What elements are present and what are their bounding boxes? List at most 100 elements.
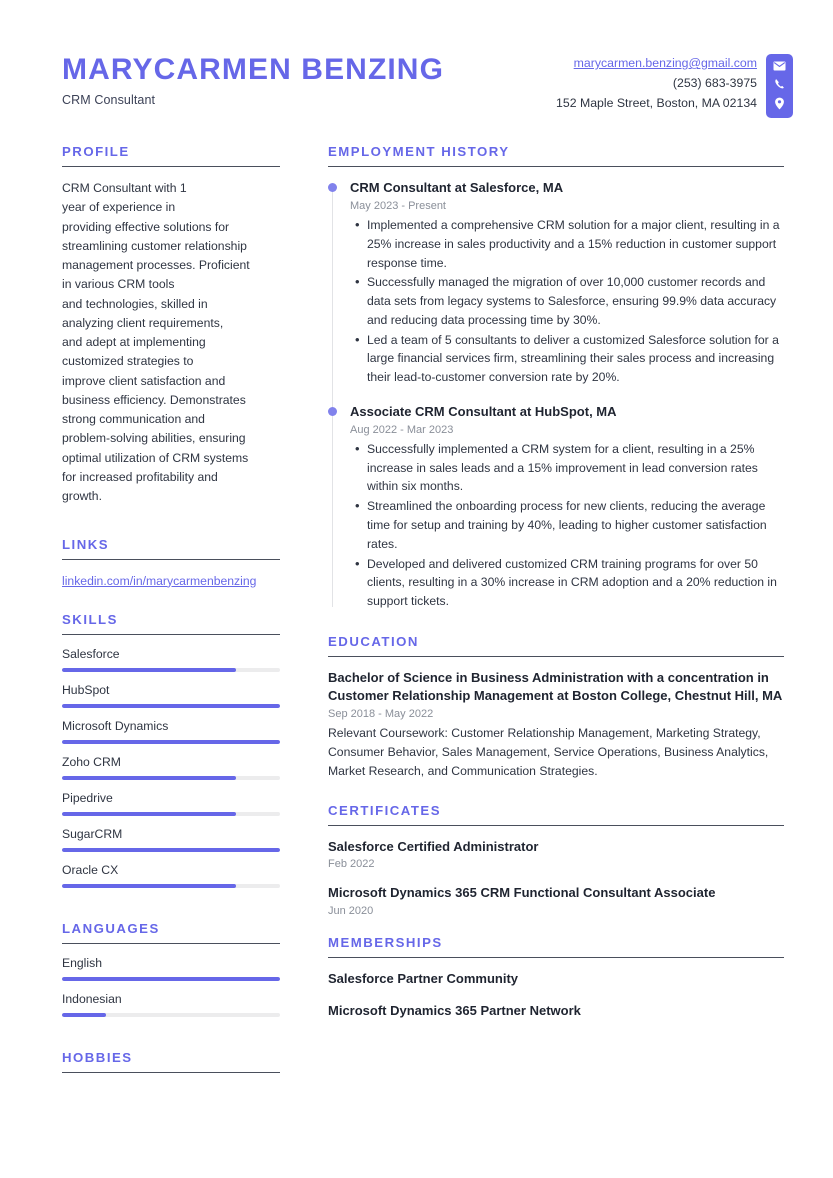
section-skills: Skills Salesforce HubSpot Microsoft Dyna…	[62, 612, 280, 888]
section-title-education: Education	[328, 633, 419, 649]
skill-item: Microsoft Dynamics	[62, 719, 280, 744]
timeline-dot-icon	[328, 183, 337, 192]
skill-label: Pipedrive	[62, 790, 113, 805]
language-label: English	[62, 955, 102, 970]
resume-header: MARYCARMEN BENZING CRM Consultant maryca…	[0, 0, 833, 118]
section-divider	[62, 1071, 280, 1073]
section-title-languages: Languages	[62, 920, 160, 936]
skill-label: Microsoft Dynamics	[62, 718, 169, 733]
language-bar-fill	[62, 976, 280, 981]
page-title: MARYCARMEN BENZING	[62, 53, 445, 86]
employment-title: Associate CRM Consultant at HubSpot, MA	[350, 403, 617, 419]
link-item-linkedin[interactable]: linkedin.com/in/marycarmenbenzing	[62, 572, 280, 590]
contact-address: 152 Maple Street, Boston, MA 02134	[556, 95, 757, 110]
section-profile: Profile CRM Consultant with 1 year of ex…	[62, 144, 280, 507]
education-title: Bachelor of Science in Business Administ…	[328, 669, 783, 703]
section-divider	[328, 166, 784, 167]
section-divider	[62, 633, 280, 635]
employment-bullets: Implemented a comprehensive CRM solution…	[350, 215, 784, 387]
contact-email-link[interactable]: marycarmen.benzing@gmail.com	[574, 56, 757, 70]
employment-date: May 2023 - Present	[350, 199, 446, 212]
education-entry: Bachelor of Science in Business Administ…	[328, 669, 784, 781]
certificate-title: Salesforce Certified Administrator	[328, 838, 539, 854]
skill-bar-fill	[62, 847, 280, 852]
contact-icon-tab	[766, 54, 793, 118]
skill-item: Salesforce	[62, 647, 280, 672]
membership-title: Salesforce Partner Community	[328, 971, 519, 987]
certificate-entry: Microsoft Dynamics 365 CRM Functional Co…	[328, 884, 784, 917]
certificate-entry: Salesforce Certified Administrator Feb 2…	[328, 838, 784, 871]
language-label: Indonesian	[62, 991, 122, 1006]
section-education: Education Bachelor of Science in Busines…	[328, 634, 784, 781]
contact-block: marycarmen.benzing@gmail.com (253) 683-3…	[556, 48, 793, 118]
section-title-skills: Skills	[62, 611, 118, 627]
skill-bar-track	[62, 811, 280, 816]
skill-item: Pipedrive	[62, 791, 280, 816]
section-divider	[328, 957, 784, 959]
skill-bar-track	[62, 847, 280, 852]
skill-item: SugarCRM	[62, 827, 280, 852]
skill-bar-fill	[62, 703, 280, 708]
section-title-memberships: Memberships	[328, 935, 443, 951]
certificate-date: Jun 2020	[328, 905, 374, 918]
employment-timeline: CRM Consultant at Salesforce, MA May 202…	[328, 179, 784, 611]
language-item: English	[62, 956, 280, 981]
bullet-item: Implemented a comprehensive CRM solution…	[355, 215, 784, 272]
section-languages: Languages English Indonesian	[62, 921, 280, 1017]
envelope-icon	[773, 61, 786, 71]
section-title-profile: Profile	[62, 144, 130, 159]
employment-title: CRM Consultant at Salesforce, MA	[350, 180, 564, 195]
bullet-item: Developed and delivered customized CRM t…	[355, 554, 784, 611]
employment-entry: Associate CRM Consultant at HubSpot, MA …	[328, 403, 784, 611]
bullet-item: Streamlined the onboarding process for n…	[355, 496, 784, 553]
skill-bar-fill	[62, 775, 237, 780]
section-title-hobbies: Hobbies	[62, 1049, 133, 1065]
phone-icon	[774, 78, 786, 90]
bullet-item: Successfully managed the migration of ov…	[355, 272, 784, 329]
main-column: Employment History CRM Consultant at Sal…	[328, 144, 784, 1020]
skill-bar-fill	[62, 883, 237, 888]
certificate-title: Microsoft Dynamics 365 CRM Functional Co…	[328, 885, 716, 901]
skill-bar-track	[62, 703, 280, 708]
education-date: Sep 2018 - May 2022	[328, 707, 434, 720]
section-title-links: Links	[62, 536, 110, 552]
skill-label: Oracle CX	[62, 862, 119, 877]
employment-bullets: Successfully implemented a CRM system fo…	[350, 439, 784, 611]
skill-bar-track	[62, 739, 280, 744]
section-divider	[62, 558, 280, 560]
section-divider	[62, 166, 280, 167]
skill-label: HubSpot	[62, 682, 110, 697]
skill-item: Oracle CX	[62, 863, 280, 888]
skill-bar-track	[62, 667, 280, 672]
identity-block: MARYCARMEN BENZING CRM Consultant	[62, 48, 444, 107]
skill-bar-fill	[62, 739, 280, 744]
sidebar-column: Profile CRM Consultant with 1 year of ex…	[62, 144, 280, 1085]
language-bar-fill	[62, 1012, 106, 1017]
language-item: Indonesian	[62, 992, 280, 1017]
skill-bar-fill	[62, 811, 237, 816]
employment-entry: CRM Consultant at Salesforce, MA May 202…	[328, 179, 784, 387]
location-pin-icon	[774, 97, 785, 110]
section-certificates: Certificates Salesforce Certified Admini…	[328, 803, 784, 917]
language-bar-track	[62, 1012, 280, 1017]
skill-label: Zoho CRM	[62, 754, 121, 769]
skill-bar-track	[62, 775, 280, 780]
skill-label: Salesforce	[62, 646, 120, 661]
language-bar-track	[62, 976, 280, 981]
membership-entry: Microsoft Dynamics 365 Partner Network	[328, 1002, 784, 1020]
section-hobbies: Hobbies	[62, 1050, 280, 1073]
contact-phone: (253) 683-3975	[672, 75, 757, 90]
section-divider	[328, 824, 784, 826]
skill-item: HubSpot	[62, 683, 280, 708]
skill-bar-fill	[62, 667, 237, 672]
section-memberships: Memberships Salesforce Partner Community…	[328, 935, 784, 1020]
membership-entry: Salesforce Partner Community	[328, 970, 784, 988]
section-links: Links linkedin.com/in/marycarmenbenzing	[62, 537, 280, 590]
membership-title: Microsoft Dynamics 365 Partner Network	[328, 1003, 581, 1019]
